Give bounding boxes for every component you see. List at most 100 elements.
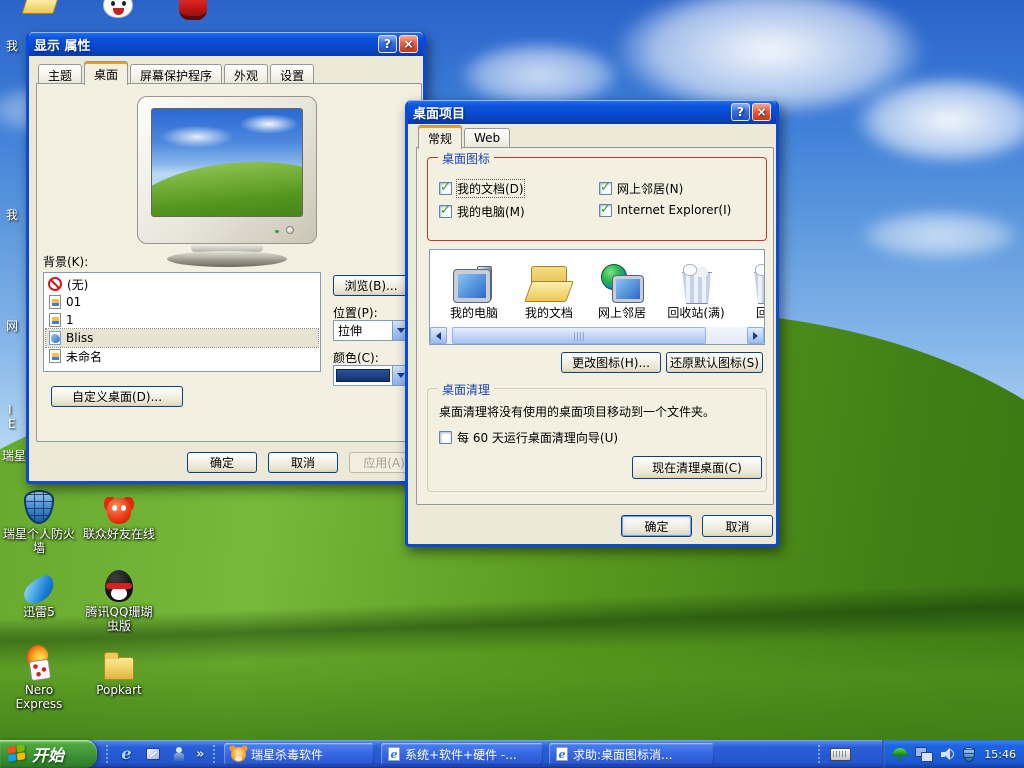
checkbox-icon[interactable] <box>599 180 612 195</box>
taskbar-button-system-software[interactable]: e 系统+软件+硬件 -... <box>381 743 543 765</box>
volume-icon[interactable] <box>940 746 956 762</box>
cancel-button[interactable]: 取消 <box>268 452 338 473</box>
help-button[interactable]: ? <box>731 103 750 121</box>
checkbox-label: 每 60 天运行桌面清理向导(U) <box>457 431 619 445</box>
position-label: 位置(P): <box>333 306 378 320</box>
scroll-right-button[interactable] <box>747 327 764 344</box>
strip-icon-my-computer[interactable]: 我的电脑 <box>438 256 510 321</box>
desktop-icon-lianzhong[interactable]: 联众好友在线 <box>80 484 158 541</box>
list-item-selected[interactable]: Bliss <box>45 328 319 348</box>
taskbar-button-rising-antivirus[interactable]: 瑞星杀毒软件 <box>224 743 374 765</box>
list-item-label: 1 <box>66 313 74 327</box>
start-button[interactable]: 开始 <box>0 740 97 768</box>
tab-web[interactable]: Web <box>464 128 511 148</box>
checkbox-icon[interactable] <box>439 203 452 218</box>
checkbox-row-network-places[interactable]: 网上邻居(N) <box>599 180 683 197</box>
desktop-icon-nero[interactable]: Nero Express <box>0 640 78 711</box>
internet-explorer-icon[interactable]: e <box>118 746 135 763</box>
checkbox-row-my-documents[interactable]: 我的文档(D) <box>439 179 525 198</box>
monitor-preview-screen <box>151 108 303 217</box>
desktop-icon-partial-folder[interactable] <box>24 0 56 14</box>
ok-button[interactable]: 确定 <box>621 515 692 537</box>
desktop-icon-partial-rabbit[interactable] <box>103 0 133 18</box>
strip-icon-recycle-partial[interactable]: 回收 <box>732 256 764 321</box>
display-properties-dialog: 显示 属性 ? × 主题 桌面 屏幕保护程序 外观 设置 背景(K): (无) <box>26 32 426 484</box>
firewall-tray-icon[interactable] <box>963 746 976 762</box>
list-item[interactable]: 1 <box>46 311 318 329</box>
ie-e-glyph: e <box>121 744 132 763</box>
desktop-items-titlebar[interactable]: 桌面项目 ? × <box>408 100 776 124</box>
close-button[interactable]: × <box>752 103 771 121</box>
horizontal-scrollbar[interactable] <box>430 327 764 344</box>
partial-icon-label[interactable]: E <box>8 417 16 431</box>
ok-button[interactable]: 确定 <box>187 452 257 473</box>
restore-default-button[interactable]: 还原默认图标(S) <box>666 352 763 373</box>
desktop-items-dialog: 桌面项目 ? × 常规 Web 桌面图标 我的文档(D) 我的电脑(M) 网上邻… <box>405 100 779 547</box>
tab-appearance[interactable]: 外观 <box>224 64 269 84</box>
image-file-icon <box>49 295 61 309</box>
recycle-bin-icon <box>751 264 764 302</box>
partial-icon-label[interactable]: 瑞星 <box>2 447 26 464</box>
close-button[interactable]: × <box>399 35 418 53</box>
color-combobox[interactable] <box>333 365 409 386</box>
desktop-icon-popkart[interactable]: Popkart <box>80 640 158 697</box>
help-button[interactable]: ? <box>378 35 397 53</box>
tab-screensaver[interactable]: 屏幕保护程序 <box>130 64 223 84</box>
ie-e-glyph: e <box>390 747 398 761</box>
partial-icon-label[interactable]: I <box>8 403 12 417</box>
browse-button[interactable]: 浏览(B)... <box>333 275 409 296</box>
rising-umbrella-icon[interactable] <box>892 747 909 762</box>
red-character-icon <box>179 0 207 20</box>
desktop-icon-rising-firewall[interactable]: 瑞星个人防火墙 <box>0 484 78 555</box>
desktop-icon-qq[interactable]: 腾讯QQ珊瑚虫版 <box>80 562 158 633</box>
desktop-icon-partial-character[interactable] <box>179 0 207 20</box>
quick-launch: e » <box>100 740 222 768</box>
strip-icon-my-documents[interactable]: 我的文档 <box>513 256 585 321</box>
checkbox-icon[interactable] <box>439 431 452 444</box>
list-item[interactable]: 01 <box>46 293 318 311</box>
desktop-icon-thunder[interactable]: 迅雷5 <box>0 562 78 619</box>
quick-launch-overflow-chevron[interactable]: » <box>196 747 204 762</box>
input-method-keyboard-icon[interactable] <box>830 748 851 761</box>
cleanup-description: 桌面清理将没有使用的桌面项目移动到一个文件夹。 <box>439 405 716 419</box>
strip-icon-label: 我的文档 <box>524 306 573 320</box>
strip-icon-label: 回收站(满) <box>667 306 725 320</box>
network-status-icon[interactable] <box>915 746 934 762</box>
tab-general[interactable]: 常规 <box>418 125 463 149</box>
bliss-image-icon <box>49 331 61 345</box>
tab-settings[interactable]: 设置 <box>270 64 315 84</box>
list-item[interactable]: (无) <box>46 275 318 293</box>
checkbox-icon[interactable] <box>439 180 452 195</box>
strip-icon-network-places[interactable]: 网上邻居 <box>586 256 658 321</box>
none-symbol-icon <box>48 277 62 291</box>
position-combobox[interactable]: 拉伸 <box>333 320 409 341</box>
show-desktop-icon[interactable] <box>144 746 161 763</box>
tab-themes[interactable]: 主题 <box>38 64 83 84</box>
background-listbox[interactable]: (无) 01 1 Bliss 未命名 <box>43 272 321 372</box>
change-icon-button[interactable]: 更改图标(H)... <box>561 352 661 373</box>
partial-icon-label[interactable]: 我 <box>6 37 18 54</box>
list-item[interactable]: 未命名 <box>46 347 318 365</box>
taskbar-button-help-desktop-icons[interactable]: e 求助:桌面图标消... <box>549 743 714 765</box>
checkbox-label: 我的电脑(M) <box>457 205 525 219</box>
checkbox-icon[interactable] <box>599 202 612 217</box>
display-dialog-titlebar[interactable]: 显示 属性 ? × <box>29 32 423 56</box>
customize-desktop-button[interactable]: 自定义桌面(D)... <box>51 386 183 407</box>
scroll-left-button[interactable] <box>430 327 447 344</box>
messenger-icon[interactable] <box>170 746 187 763</box>
partial-icon-label[interactable]: 我 <box>6 206 18 223</box>
partial-icon-label[interactable]: 网 <box>6 317 18 334</box>
checkbox-row-cleanup-wizard[interactable]: 每 60 天运行桌面清理向导(U) <box>439 429 618 446</box>
checkbox-row-internet-explorer[interactable]: Internet Explorer(I) <box>599 202 731 217</box>
strip-icon-recycle-full[interactable]: 回收站(满) <box>660 256 732 321</box>
color-swatch <box>336 369 390 382</box>
checkbox-row-my-computer[interactable]: 我的电脑(M) <box>439 203 525 220</box>
icon-label: Popkart <box>96 683 142 697</box>
color-label: 颜色(C): <box>333 351 379 365</box>
clean-desktop-now-button[interactable]: 现在清理桌面(C) <box>632 456 762 479</box>
nero-flame-dice-icon <box>24 648 54 680</box>
tab-desktop[interactable]: 桌面 <box>84 61 129 85</box>
scrollbar-thumb[interactable] <box>452 327 706 344</box>
list-item-label: 01 <box>66 295 82 309</box>
cancel-button[interactable]: 取消 <box>702 515 773 537</box>
